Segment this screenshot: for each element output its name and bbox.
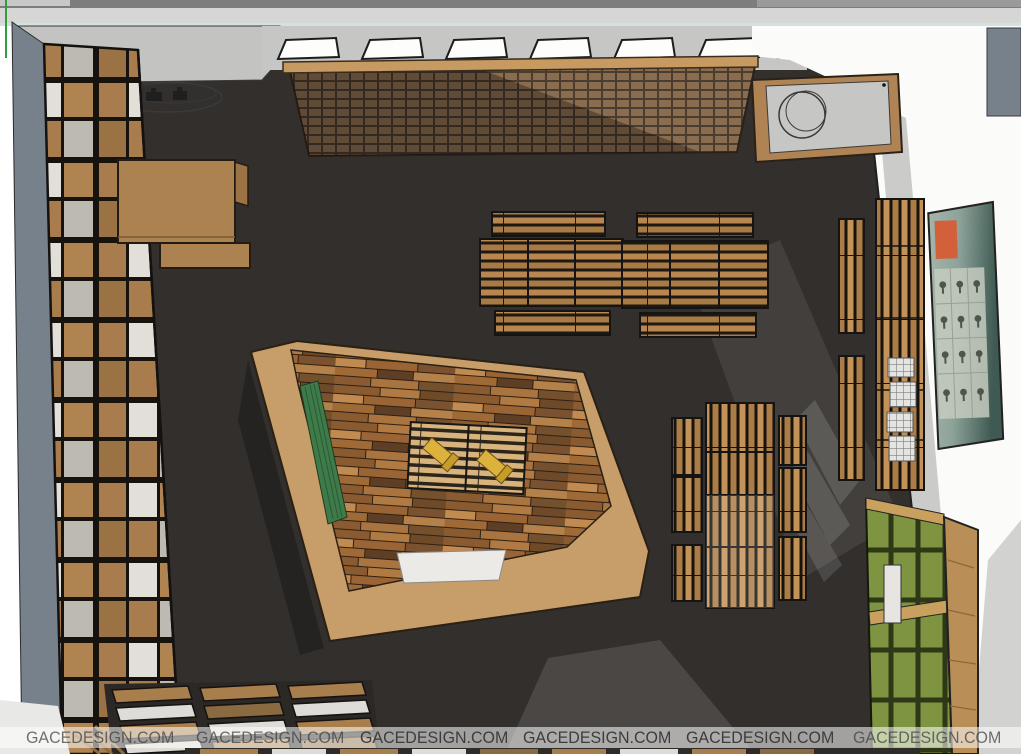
green-locker-shelf bbox=[866, 498, 978, 754]
study-tables-right bbox=[672, 403, 806, 608]
skylight-panel bbox=[278, 38, 339, 59]
watermark-band: GACEDESIGN.COM GACEDESIGN.COM GACEDESIGN… bbox=[0, 727, 1021, 748]
utility-counter bbox=[752, 74, 902, 162]
slat-table bbox=[480, 239, 623, 306]
wood-canopy bbox=[283, 56, 758, 156]
corner-green-tick bbox=[5, 0, 7, 58]
watermark-text: GACEDESIGN.COM bbox=[686, 728, 834, 748]
skylight-panel bbox=[446, 38, 507, 59]
slat-bench-column bbox=[839, 356, 864, 480]
bench bbox=[637, 213, 753, 237]
wall-poster bbox=[928, 202, 1004, 449]
watermark-text: GACEDESIGN.COM bbox=[853, 728, 1001, 748]
poster-orange-block bbox=[935, 220, 958, 259]
interior-render-screenshot: GACEDESIGN.COM GACEDESIGN.COM GACEDESIGN… bbox=[0, 0, 1021, 754]
slat-bench-column bbox=[839, 219, 864, 333]
render-canvas bbox=[0, 0, 1021, 754]
bench bbox=[779, 416, 806, 465]
skylight-panel bbox=[530, 38, 591, 59]
platform-white-notch bbox=[397, 550, 506, 583]
bench bbox=[495, 311, 610, 335]
watermark-text: GACEDESIGN.COM bbox=[523, 728, 671, 748]
bottom-edge-shelf-row bbox=[200, 749, 814, 754]
bench bbox=[672, 418, 702, 475]
skylight-panel bbox=[614, 38, 675, 59]
bench bbox=[779, 537, 806, 600]
bench bbox=[672, 477, 702, 532]
watermark-text: GACEDESIGN.COM bbox=[26, 728, 174, 748]
bench bbox=[640, 313, 756, 337]
bench bbox=[492, 212, 605, 236]
watermark-text: GACEDESIGN.COM bbox=[196, 728, 344, 748]
wall-slate-panel bbox=[987, 28, 1021, 116]
skylight-panel bbox=[362, 38, 423, 59]
slat-table bbox=[622, 241, 768, 308]
watermark-text: GACEDESIGN.COM bbox=[360, 728, 508, 748]
bench bbox=[672, 545, 702, 601]
locker-white-panel bbox=[884, 565, 901, 623]
bench bbox=[779, 468, 806, 532]
